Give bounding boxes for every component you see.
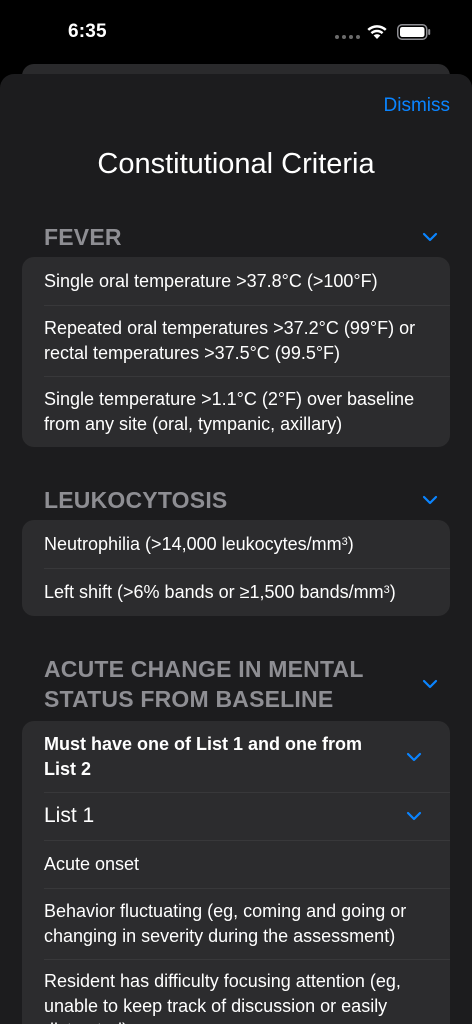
status-bar: 6:35 [0,0,472,62]
section-header-leukocytosis[interactable]: LEUKOCYTOSIS [44,485,444,515]
chevron-down-icon[interactable] [422,232,438,242]
mental-status-criteria-list: Must have one of List 1 and one from Lis… [22,721,450,1024]
cellular-signal-icon [335,35,360,39]
dismiss-button[interactable]: Dismiss [384,95,451,117]
list-item: Repeated oral temperatures >37.2°C (99°F… [22,305,450,376]
list-item: Resident has difficulty focusing attenti… [22,959,450,1024]
rule-row[interactable]: Must have one of List 1 and one from Lis… [22,721,450,792]
list-item: Left shift (>6% bands or ≥1,500 bands/mm… [22,568,450,616]
list-item: Single oral temperature >37.8°C (>100°F) [44,270,378,291]
page-title: Constitutional Criteria [97,148,375,180]
battery-icon [397,24,431,40]
list-item: Behavior fluctuating (eg, coming and goi… [22,888,450,959]
section-title: FEVER [44,224,122,250]
section-title: ACUTE CHANGE IN MENTAL STATUS FROM BASEL… [44,656,364,712]
list-item: Neutrophilia (>14,000 leukocytes/mm3) [44,533,354,554]
chevron-down-icon[interactable] [406,811,422,821]
section-header-mental-status[interactable]: ACUTE CHANGE IN MENTAL STATUS FROM BASEL… [44,654,444,714]
chevron-down-icon[interactable] [406,752,422,762]
fever-criteria-list: Single oral temperature >37.8°C (>100°F)… [22,257,450,447]
list-item: Single temperature >1.1°C (2°F) over bas… [22,376,450,447]
leukocytosis-criteria-list: Neutrophilia (>14,000 leukocytes/mm3) Le… [22,520,450,616]
wifi-icon [367,25,387,39]
status-time: 6:35 [68,21,107,42]
section-header-fever[interactable]: FEVER [44,222,444,252]
section-title: LEUKOCYTOSIS [44,487,228,513]
chevron-down-icon[interactable] [422,495,438,505]
list-item: Acute onset [22,840,450,888]
chevron-down-icon[interactable] [422,679,438,689]
list-1-row[interactable]: List 1 [22,792,450,840]
criteria-sheet: Dismiss Constitutional Criteria FEVER Si… [0,74,472,1024]
